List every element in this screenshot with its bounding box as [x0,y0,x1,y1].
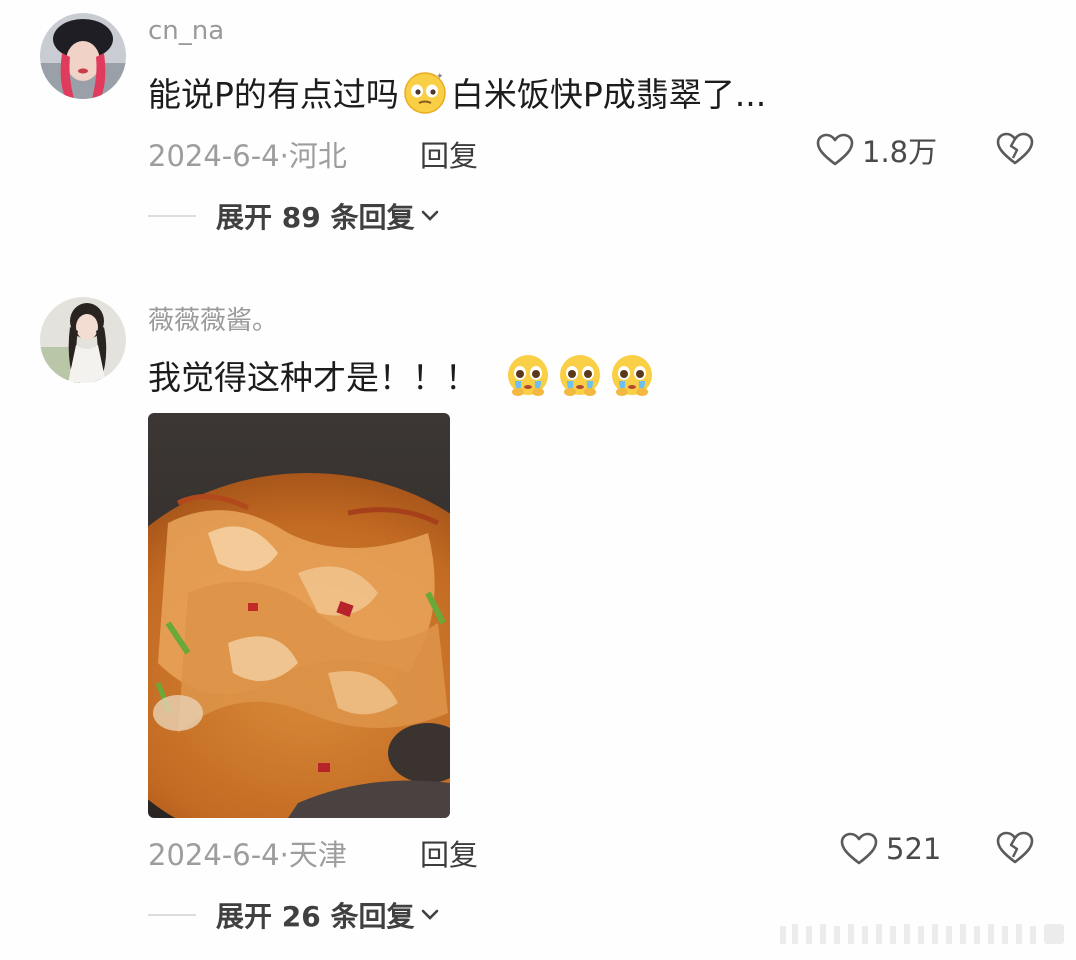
comment-item: 薇薇薇酱。 我觉得这种才是！！！ 2024-6-4·天津 回复 521 展开 2… [0,0,1076,960]
comment-text: 我觉得这种才是！！！ [148,350,658,400]
pleading-crying-face-emoji [508,355,548,396]
watermark [780,924,1064,944]
reply-button[interactable]: 回复 [420,832,478,874]
like-count: 521 [886,832,942,866]
heart-icon [840,832,878,865]
avatar-image [40,297,126,383]
divider-line [148,914,196,916]
comment-text-body: 我觉得这种才是！！！ [148,358,478,397]
username[interactable]: 薇薇薇酱。 [148,300,278,337]
expand-replies-label: 展开 26 条回复 [216,900,415,933]
broken-heart-icon [996,831,1034,864]
comment-date: 2024-6-4· [148,838,289,872]
dislike-button[interactable] [996,831,1034,869]
comment-image[interactable] [148,413,450,818]
comment-location: 天津 [288,838,347,872]
comment-meta: 2024-6-4·天津 [148,832,347,874]
like-button[interactable]: 521 [840,829,941,869]
avatar[interactable] [40,297,126,383]
pleading-crying-face-emoji [612,355,652,396]
expand-replies-button[interactable]: 展开 26 条回复 [148,897,440,933]
chevron-down-icon [422,909,439,920]
noodle-dish-photo [148,413,450,818]
pleading-crying-face-emoji [560,355,600,396]
